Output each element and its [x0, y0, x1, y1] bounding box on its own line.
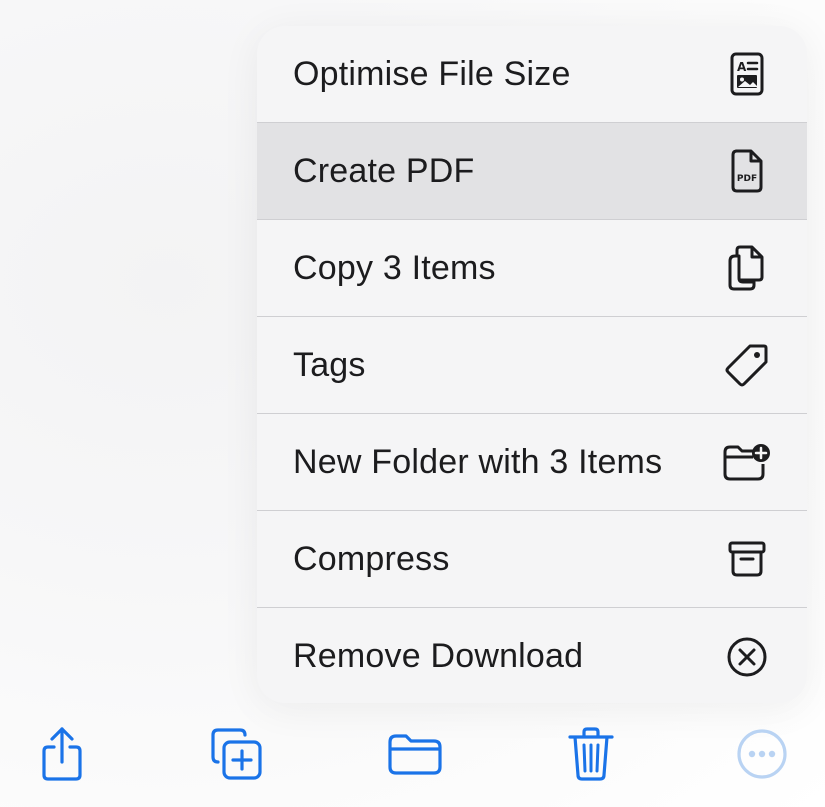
trash-icon: [567, 726, 615, 782]
menu-item-compress[interactable]: Compress: [257, 511, 807, 608]
pdf-icon-text: PDF: [737, 174, 757, 184]
menu-item-remove-download[interactable]: Remove Download: [257, 608, 807, 703]
copy-docs-icon: [721, 242, 773, 294]
menu-item-label: New Folder with 3 Items: [293, 442, 663, 481]
tag-icon: [721, 339, 773, 391]
svg-text:A: A: [737, 60, 747, 74]
bottom-toolbar: [0, 712, 825, 807]
move-to-folder-button[interactable]: [385, 724, 445, 784]
menu-item-new-folder-with-items[interactable]: New Folder with 3 Items: [257, 414, 807, 511]
menu-item-optimise-file-size[interactable]: Optimise File Size A: [257, 26, 807, 123]
menu-item-label: Tags: [293, 345, 366, 384]
pdf-doc-icon: PDF: [721, 145, 773, 197]
duplicate-icon: [208, 726, 264, 782]
x-circle-icon: [721, 631, 773, 683]
menu-item-tags[interactable]: Tags: [257, 317, 807, 414]
more-icon: [735, 727, 789, 781]
duplicate-button[interactable]: [206, 724, 266, 784]
menu-item-label: Compress: [293, 539, 450, 578]
folder-icon: [386, 731, 444, 777]
more-button[interactable]: [732, 724, 792, 784]
folder-plus-icon: [721, 436, 773, 488]
share-icon: [39, 726, 85, 782]
menu-item-label: Copy 3 Items: [293, 248, 496, 287]
menu-item-copy-items[interactable]: Copy 3 Items: [257, 220, 807, 317]
share-button[interactable]: [32, 724, 92, 784]
delete-button[interactable]: [561, 724, 621, 784]
optimise-file-icon: A: [721, 48, 773, 100]
menu-item-create-pdf[interactable]: Create PDF PDF: [257, 123, 807, 220]
archive-box-icon: [721, 533, 773, 585]
menu-item-label: Remove Download: [293, 637, 584, 675]
menu-item-label: Create PDF: [293, 151, 475, 190]
context-menu: Optimise File Size A Create PDF PDF Copy…: [257, 26, 807, 703]
menu-item-label: Optimise File Size: [293, 54, 571, 93]
